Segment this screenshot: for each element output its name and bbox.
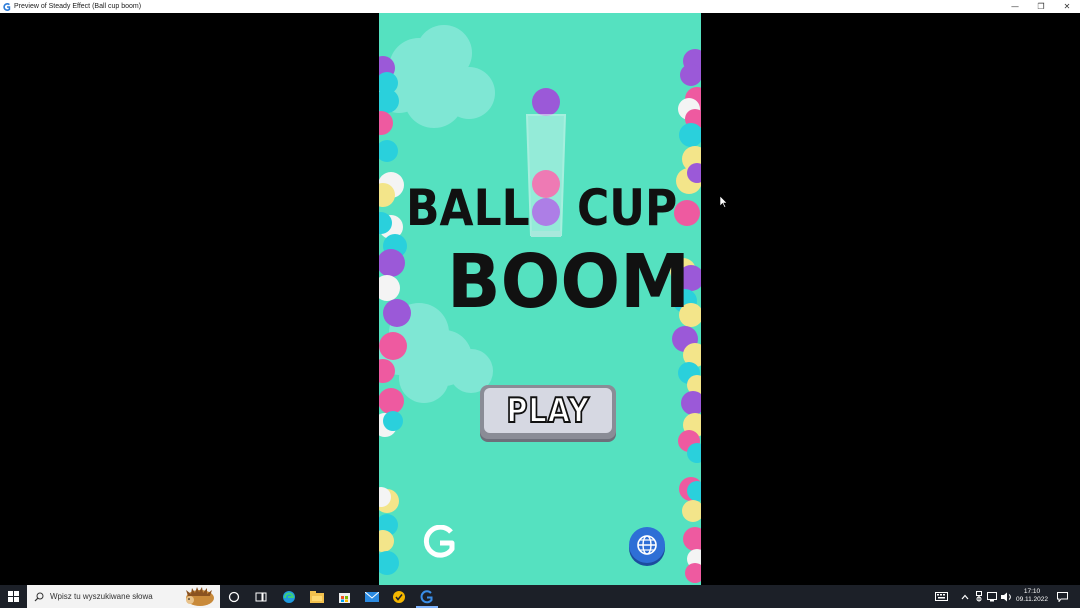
search-placeholder: Wpisz tu wyszukiwane słowa	[50, 592, 153, 601]
steady-effect-taskbar-button[interactable]	[417, 587, 437, 606]
edge-icon	[283, 590, 295, 603]
clock-date: 09.11.2022	[1015, 596, 1049, 603]
notifications-icon	[1056, 591, 1068, 602]
cloud-top	[379, 25, 495, 128]
mouse-cursor-icon	[720, 196, 728, 208]
minimize-button[interactable]: —	[1002, 0, 1028, 13]
logo-word-boom: BOOM	[447, 239, 691, 325]
mail-button[interactable]	[362, 587, 382, 606]
cortana-button[interactable]	[224, 587, 244, 606]
restore-button[interactable]: ❐	[1028, 0, 1054, 13]
windows-start-icon	[8, 591, 19, 602]
mail-icon	[365, 591, 379, 602]
keyboard-tray-button[interactable]	[932, 585, 950, 608]
start-button[interactable]	[0, 585, 27, 608]
globe-icon	[637, 535, 657, 555]
cortana-icon	[228, 591, 240, 602]
usb-tray-button[interactable]	[973, 585, 985, 608]
volume-tray-button[interactable]	[1000, 585, 1013, 608]
clock-time: 17:10	[1023, 588, 1041, 595]
store-icon	[338, 593, 350, 603]
steady-effect-icon	[420, 589, 433, 603]
play-button[interactable]: PLAY	[480, 385, 616, 439]
logo-word-cup: CUP	[577, 179, 678, 237]
glass-cup	[525, 88, 567, 237]
notifications-button[interactable]	[1052, 585, 1072, 608]
search-icon	[34, 592, 44, 601]
network-tray-button[interactable]	[986, 585, 1000, 608]
edge-button[interactable]	[279, 587, 299, 606]
norton-icon	[393, 590, 405, 603]
window-title-bar[interactable]: Preview of Steady Effect (Ball cup boom)…	[0, 0, 1080, 13]
show-hidden-icons-button[interactable]	[958, 585, 972, 608]
close-button[interactable]: ✕	[1054, 0, 1080, 13]
game-canvas[interactable]: BALL CUP BOOM PLAY	[379, 13, 701, 585]
file-explorer-button[interactable]	[307, 587, 327, 606]
store-button[interactable]	[334, 587, 354, 606]
keyboard-icon	[934, 592, 948, 601]
network-icon	[987, 591, 997, 601]
volume-icon	[1001, 592, 1011, 601]
taskbar-clock[interactable]: 17:10 09.11.2022	[1014, 588, 1050, 604]
window-title: Preview of Steady Effect (Ball cup boom)	[14, 3, 142, 10]
app-icon	[3, 2, 11, 11]
task-view-button[interactable]	[251, 587, 271, 606]
left-balls	[379, 56, 411, 575]
taskbar: Wpisz tu wyszukiwane słowa 17:10 09.11.2…	[0, 585, 1080, 608]
taskbar-search[interactable]: Wpisz tu wyszukiwane słowa	[27, 585, 220, 608]
logo-word-ball: BALL	[406, 179, 530, 237]
g-logo-icon[interactable]	[421, 525, 459, 559]
norton-button[interactable]	[389, 587, 409, 606]
usb-icon	[976, 591, 982, 602]
task-view-icon	[255, 592, 267, 601]
language-button[interactable]	[629, 527, 665, 563]
chevron-up-icon	[961, 594, 969, 599]
play-button-label: PLAY	[505, 390, 590, 432]
hedgehog-icon	[186, 587, 214, 606]
file-explorer-icon	[310, 590, 324, 603]
